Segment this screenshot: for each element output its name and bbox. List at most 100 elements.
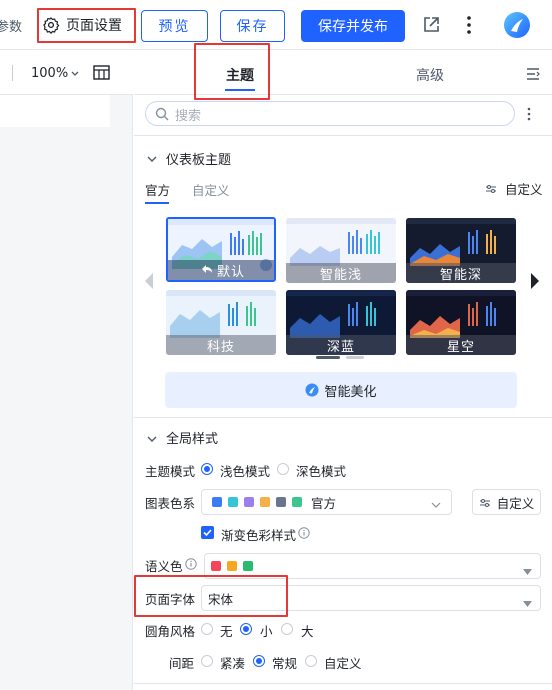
global-style-title: 全局样式 [166,432,219,447]
radius-small-label[interactable]: 小 [260,621,273,640]
radio-dark-mode[interactable] [277,463,289,475]
carousel-prev-icon[interactable] [144,272,154,294]
collapse-panel-icon[interactable] [526,67,540,81]
theme-name-default: 默认 [216,264,245,280]
palette-swatch [212,497,222,507]
corner-radius-label: 圆角风格 [145,624,196,639]
info-icon[interactable] [298,527,310,543]
zoom-select[interactable]: 100% [31,64,79,82]
customize-theme-button[interactable]: 自定义 [485,179,543,197]
chevron-down-icon[interactable] [147,432,157,447]
spacing-normal-label[interactable]: 常规 [272,653,297,672]
theme-name-smart-light: 智能浅 [319,267,362,283]
tab-advanced[interactable]: 高级 [416,65,444,85]
radius-large-label[interactable]: 大 [301,621,314,640]
smart-beautify-label: 智能美化 [324,384,377,400]
radio-radius-large[interactable] [281,623,293,635]
theme-card-smart-dark[interactable]: 智能深 [406,218,516,283]
dashboard-theme-title: 仪表板主题 [166,153,232,168]
semantic-swatch [227,561,237,571]
search-placeholder: 搜索 [175,109,202,124]
palette-swatch [276,497,286,507]
chart-color-select[interactable]: 官方 [201,489,452,515]
search-more-icon[interactable] [526,106,532,122]
radio-radius-small[interactable] [240,623,252,635]
theme-name-tech: 科技 [206,339,235,355]
radio-spacing-custom[interactable] [305,655,317,667]
zoom-value: 100% [31,65,69,81]
canvas-block [0,95,110,127]
divider [134,417,552,418]
caret-down-icon [523,596,532,611]
subtab-official[interactable]: 官方 [145,180,170,199]
radio-spacing-normal[interactable] [253,655,265,667]
canvas-area: 100% [0,51,133,690]
highlight-box-page-font [134,575,288,617]
theme-name-smart-dark: 智能深 [439,267,482,283]
beautify-logo-icon [305,383,319,397]
theme-caption: 智能深 [406,263,516,283]
canvas-toolbar: 100% [0,51,133,95]
theme-name-starry: 星空 [446,339,475,355]
spacing-compact-label[interactable]: 紧凑 [220,653,245,672]
radio-radius-none[interactable] [201,623,213,635]
highlight-box-page-settings [37,8,136,43]
user-avatar[interactable] [503,11,531,39]
theme-caption: 科技 [166,335,276,355]
params-tab-cut[interactable]: 参数 [0,16,22,35]
spacing-custom-label[interactable]: 自定义 [324,653,362,672]
carousel-dot-active[interactable] [316,356,340,359]
palette-swatch [228,497,238,507]
theme-mode-label: 主题模式 [145,464,196,479]
chart-color-custom-label: 自定义 [496,495,535,511]
subtab-official-underline [145,202,169,204]
theme-card-deep-blue[interactable]: 深蓝 [286,290,396,355]
theme-caption: 深蓝 [286,335,396,355]
divider [134,683,552,684]
chart-color-custom-button[interactable]: 自定义 [472,489,541,515]
gradient-checkbox[interactable] [201,526,214,539]
gradient-label: 渐变色彩样式 [221,528,297,543]
chevron-down-icon[interactable] [147,152,157,167]
reply-arrow-icon [201,263,213,278]
theme-card-smart-light[interactable]: 智能浅 [286,218,396,283]
theme-card-tech[interactable]: 科技 [166,290,276,355]
smart-beautify-button[interactable]: 智能美化 [165,372,517,408]
palette-swatch [260,497,270,507]
divider [12,65,13,81]
theme-caption: 星空 [406,335,516,355]
caret-down-icon [523,564,532,579]
theme-name-deep-blue: 深蓝 [326,339,355,355]
radius-none-label[interactable]: 无 [220,621,233,640]
subtab-custom[interactable]: 自定义 [192,180,230,199]
divider [134,135,552,136]
dark-mode-label[interactable]: 深色模式 [296,461,346,480]
radio-spacing-compact[interactable] [201,655,213,667]
radio-light-mode[interactable] [201,463,213,475]
semantic-swatch [243,561,253,571]
settings-panel: 主题 高级 搜索 仪表板主题 官方 自定义 自定义 默认 智能浅 智能深 科技 … [134,43,552,690]
search-input[interactable]: 搜索 [145,101,515,126]
save-publish-button[interactable]: 保存并发布 [301,10,405,42]
theme-card-starry[interactable]: 星空 [406,290,516,355]
spacing-label: 间距 [169,656,195,671]
external-link-icon[interactable] [421,15,441,35]
semantic-swatch [211,561,221,571]
settings-sliders-icon [479,497,491,507]
preview-button[interactable]: 预览 [141,10,208,42]
chart-color-label: 图表色系 [145,496,196,511]
highlight-box-theme-tab [194,43,270,100]
chevron-down-icon [431,498,441,513]
save-button[interactable]: 保存 [220,10,285,42]
settings-sliders-icon [485,183,497,193]
light-mode-label[interactable]: 浅色模式 [220,461,270,480]
carousel-next-icon[interactable] [530,272,540,294]
more-vertical-icon[interactable] [464,14,474,36]
layout-grid-icon[interactable] [93,65,110,80]
palette-swatch [292,497,302,507]
carousel-dot[interactable] [346,356,364,359]
customize-theme-label: 自定义 [505,181,543,197]
semantic-color-label: 语义色 [145,559,183,574]
theme-card-default[interactable]: 默认 [166,217,276,282]
info-icon[interactable] [185,558,197,574]
